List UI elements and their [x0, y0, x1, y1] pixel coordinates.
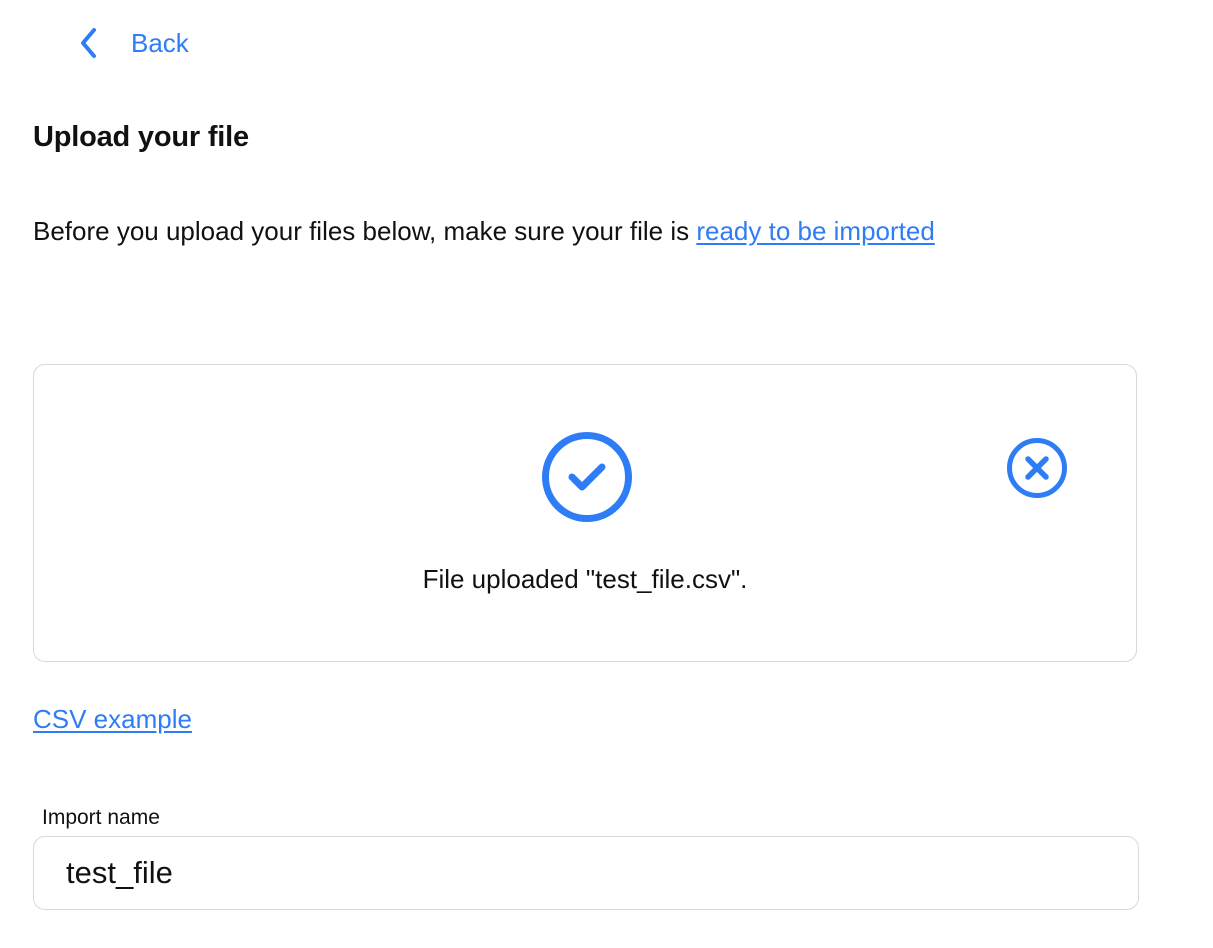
page-title: Upload your file — [33, 121, 249, 153]
check-circle-icon — [542, 432, 632, 522]
import-name-label: Import name — [42, 806, 160, 829]
ready-to-import-link[interactable]: ready to be imported — [696, 216, 934, 246]
csv-example-link[interactable]: CSV example — [33, 702, 192, 736]
upload-dropzone[interactable]: File uploaded "test_file.csv". — [33, 364, 1137, 662]
upload-status-text: File uploaded "test_file.csv". — [422, 564, 748, 594]
upload-instructions: Before you upload your files below, make… — [33, 213, 935, 249]
back-label: Back — [131, 28, 189, 58]
close-circle-icon[interactable] — [1006, 437, 1068, 499]
import-name-input[interactable] — [33, 836, 1139, 910]
chevron-left-icon — [81, 28, 96, 58]
back-button[interactable]: Back — [74, 24, 189, 62]
instructions-text: Before you upload your files below, make… — [33, 216, 697, 246]
